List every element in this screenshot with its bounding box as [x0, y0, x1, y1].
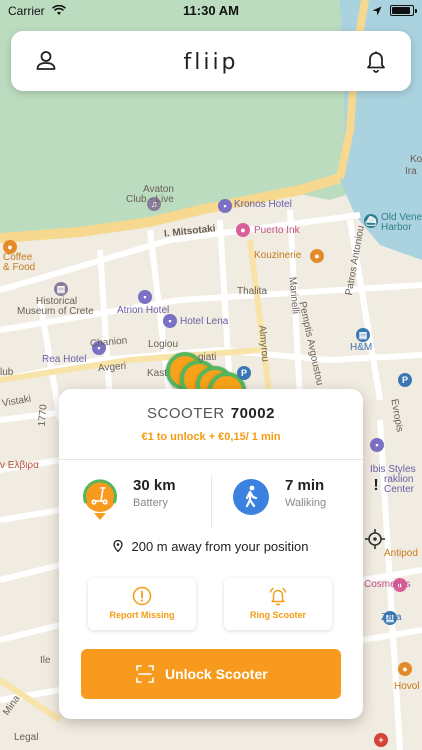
scooter-id: 70002 [230, 405, 275, 422]
divider [211, 475, 212, 527]
scooter-battery-icon [81, 477, 119, 521]
map-label: Rea Hotel [42, 354, 87, 365]
poi-pin[interactable]: ▤ [356, 328, 370, 342]
battery-stat: 30 km Battery [81, 477, 201, 527]
clock: 11:30 AM [183, 3, 239, 18]
map-label: Kast [147, 368, 168, 379]
crosshair-icon[interactable] [364, 528, 386, 550]
report-missing-label: Report Missing [109, 610, 175, 620]
map-label: Cosmetics [364, 579, 411, 590]
poi-pin[interactable]: ● [398, 662, 412, 676]
distance-row: 200 m away from your position [59, 539, 363, 554]
map-label: Kouzinerie [254, 250, 302, 261]
map-label: Museum of Crete [17, 306, 94, 317]
map-label: Center [384, 484, 415, 495]
scooter-card: SCOOTER 70002 €1 to unlock + €0,15/ 1 min… [59, 389, 363, 719]
poi-pin[interactable]: P [398, 373, 412, 387]
map-label: Zara [381, 612, 402, 623]
map-label: ν Ελβιρα [0, 460, 39, 471]
scooter-title: SCOOTER 70002 [59, 405, 363, 422]
walking-icon [233, 479, 269, 515]
map-label: Puerto Ink [254, 225, 300, 236]
map-label: lub [0, 367, 14, 378]
ringing-bell-icon [268, 586, 288, 606]
poi-pin[interactable]: ● [310, 249, 324, 263]
bell-icon[interactable] [363, 48, 389, 74]
poi-pin[interactable]: ▤ [54, 282, 68, 296]
location-pin-icon [113, 539, 124, 553]
poi-pin[interactable]: ● [236, 223, 250, 237]
poi-pin[interactable]: ▪ [138, 290, 152, 304]
map-label: H&M [350, 342, 373, 353]
battery-icon [390, 5, 417, 16]
alert-icon[interactable]: ! [366, 477, 386, 499]
divider [59, 459, 363, 460]
poi-pin[interactable]: + [374, 733, 388, 747]
poi-pin[interactable]: ▪ [370, 438, 384, 452]
warning-icon [132, 586, 152, 606]
top-bar: fliip [11, 31, 411, 91]
status-bar: Carrier 11:30 AM [0, 0, 422, 22]
map-label: Legal [14, 732, 39, 743]
scan-icon [135, 664, 155, 684]
ring-scooter-label: Ring Scooter [249, 610, 306, 620]
scooter-price: €1 to unlock + €0,15/ 1 min [141, 431, 281, 443]
walking-time-value: 7 min [285, 477, 325, 494]
battery-level [392, 7, 410, 14]
map-label: & Food [3, 262, 36, 273]
battery-label: Battery [133, 497, 168, 509]
map-label: giati [198, 352, 217, 363]
map-label: Thalita [237, 286, 268, 297]
map-label: Ko [410, 154, 422, 165]
map-label: Ira [405, 166, 417, 177]
map-label: 1770 [36, 403, 50, 428]
walking-stat: 7 min Waliking [233, 477, 353, 527]
distance-text: 200 m away from your position [131, 539, 309, 554]
poi-pin[interactable]: ▪ [163, 314, 177, 328]
map-label: Logiou [148, 339, 179, 350]
map-label: Hovol [394, 681, 420, 692]
map-label: Kronos Hotel [234, 199, 292, 210]
app-logo: fliip [183, 50, 239, 75]
unlock-scooter-label: Unlock Scooter [165, 666, 268, 682]
map-label: Harbor [381, 222, 412, 233]
report-missing-button[interactable]: Report Missing [88, 578, 196, 630]
map-label: Antipod [384, 548, 418, 559]
poi-pin[interactable]: ▪ [218, 199, 232, 213]
poi-pin[interactable]: P [237, 366, 251, 380]
location-arrow-icon [372, 4, 382, 19]
walking-label: Waliking [285, 497, 327, 509]
unlock-scooter-button[interactable]: Unlock Scooter [81, 649, 341, 699]
map-label: Atrion Hotel [117, 305, 170, 316]
scooter-title-label: SCOOTER [147, 405, 225, 422]
map-label: Hotel Lena [180, 316, 229, 327]
map-label: Club - Live [126, 194, 174, 205]
ring-scooter-button[interactable]: Ring Scooter [224, 578, 332, 630]
battery-range-value: 30 km [133, 477, 176, 494]
map-label: Ile [40, 655, 51, 666]
